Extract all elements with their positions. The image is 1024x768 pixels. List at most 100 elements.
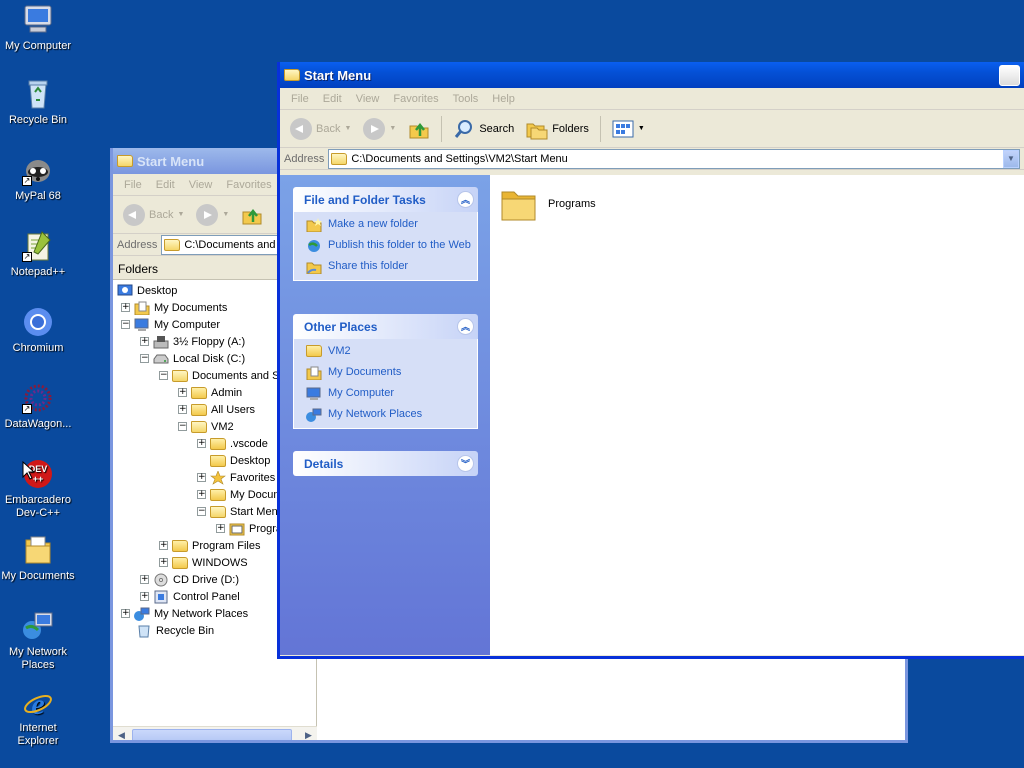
- forward-button[interactable]: ▼: [359, 116, 400, 142]
- expand-toggle[interactable]: +: [140, 337, 149, 346]
- collapse-icon[interactable]: ︽: [457, 191, 474, 208]
- tree-item-control-panel[interactable]: + Control Panel: [140, 588, 240, 605]
- expand-toggle[interactable]: +: [140, 592, 149, 601]
- expand-icon[interactable]: ︾: [457, 455, 474, 472]
- tree-item-my-network-places[interactable]: + My Network Places: [121, 605, 248, 622]
- search-button[interactable]: Search: [449, 116, 518, 142]
- horizontal-scrollbar[interactable]: ◀ ▶: [113, 726, 317, 741]
- expand-toggle[interactable]: −: [159, 371, 168, 380]
- my-computer-icon: [134, 318, 150, 332]
- address-input[interactable]: C:\Documents and Settings\VM2\Start Menu…: [328, 148, 1020, 169]
- folder-icon: [172, 369, 188, 382]
- tree-item-desktop[interactable]: Desktop: [117, 282, 177, 299]
- tree-item-windows[interactable]: + WINDOWS: [159, 554, 248, 571]
- panel-title: File and Folder Tasks: [304, 192, 426, 207]
- task-pane: File and Folder Tasks ︽ Make a new folde…: [280, 175, 490, 655]
- expand-toggle[interactable]: −: [121, 320, 130, 329]
- tree-item-all-users[interactable]: + All Users: [178, 401, 255, 418]
- menu-tools[interactable]: Tools: [446, 93, 486, 105]
- up-button[interactable]: [404, 116, 434, 142]
- scroll-left-icon[interactable]: ◀: [113, 727, 130, 741]
- address-dropdown-icon[interactable]: ▼: [1003, 149, 1019, 168]
- share-folder-link[interactable]: Share this folder: [306, 260, 477, 275]
- desktop-icon-mypal[interactable]: ↗ MyPal 68: [0, 154, 76, 203]
- expand-toggle[interactable]: −: [140, 354, 149, 363]
- expand-toggle[interactable]: +: [197, 490, 206, 499]
- expand-toggle[interactable]: +: [121, 609, 130, 618]
- menu-edit[interactable]: Edit: [316, 93, 349, 105]
- tree-item-my-documents[interactable]: + My Documents: [121, 299, 227, 316]
- tree-item-programs[interactable]: + Progra: [216, 520, 282, 537]
- views-button[interactable]: ▼: [608, 118, 649, 140]
- other-place-my-documents-link[interactable]: My Documents: [306, 366, 477, 381]
- desktop-icon-chromium[interactable]: Chromium: [0, 306, 76, 355]
- expand-toggle[interactable]: +: [159, 541, 168, 550]
- expand-toggle[interactable]: +: [178, 405, 187, 414]
- expand-toggle[interactable]: +: [216, 524, 225, 533]
- tree-item-local-disk[interactable]: − Local Disk (C:): [140, 350, 245, 367]
- expand-toggle[interactable]: +: [159, 558, 168, 567]
- expand-toggle[interactable]: −: [197, 507, 206, 516]
- folders-button[interactable]: Folders: [522, 116, 593, 142]
- other-places-header[interactable]: Other Places ︽: [293, 314, 478, 339]
- tree-item-floppy[interactable]: + 3½ Floppy (A:): [140, 333, 245, 350]
- scroll-right-icon[interactable]: ▶: [300, 727, 317, 741]
- up-button[interactable]: [237, 202, 267, 228]
- menu-view[interactable]: View: [182, 179, 220, 191]
- other-place-vm2-link[interactable]: VM2: [306, 345, 477, 359]
- tree-item-start-menu[interactable]: − Start Menu: [197, 503, 284, 520]
- desktop-icon-datawagon[interactable]: ↗ DataWagon...: [0, 382, 76, 431]
- tree-item-my-computer[interactable]: − My Computer: [121, 316, 220, 333]
- scroll-thumb[interactable]: [132, 728, 292, 740]
- tree-item-program-files[interactable]: + Program Files: [159, 537, 260, 554]
- other-places-panel: Other Places ︽ VM2 My Documents My Compu…: [293, 314, 478, 429]
- other-place-my-computer-link[interactable]: My Computer: [306, 387, 477, 401]
- menu-file[interactable]: File: [117, 179, 149, 191]
- tree-item-vm2-desktop[interactable]: Desktop: [210, 452, 270, 469]
- menu-favorites[interactable]: Favorites: [386, 93, 445, 105]
- menu-help[interactable]: Help: [485, 93, 522, 105]
- forward-button[interactable]: ▼: [192, 202, 233, 228]
- tree-item-admin[interactable]: + Admin: [178, 384, 242, 401]
- tree-item-vm2-my-documents[interactable]: + My Docum: [197, 486, 283, 503]
- tree-label: Start Menu: [230, 505, 284, 518]
- back-button[interactable]: Back ▼: [119, 202, 188, 228]
- desktop-icon-my-computer[interactable]: My Computer: [0, 4, 76, 53]
- tree-item-vm2[interactable]: − VM2: [178, 418, 234, 435]
- desktop-icon-my-documents[interactable]: My Documents: [0, 534, 76, 583]
- expand-toggle[interactable]: +: [178, 388, 187, 397]
- file-item-programs[interactable]: Programs: [500, 185, 596, 223]
- explorer-window-front[interactable]: Start Menu File Edit View Favorites Tool…: [277, 62, 1024, 659]
- tree-item-documents-and-settings[interactable]: − Documents and Se: [159, 367, 286, 384]
- expand-toggle[interactable]: +: [197, 439, 206, 448]
- desktop-icon-recycle-bin[interactable]: Recycle Bin: [0, 78, 76, 127]
- expand-toggle[interactable]: +: [140, 575, 149, 584]
- dropdown-arrow-icon: ▼: [637, 125, 645, 132]
- other-place-network-places-link[interactable]: My Network Places: [306, 408, 477, 422]
- minimize-button[interactable]: [999, 64, 1020, 86]
- tree-item-cd-drive[interactable]: + CD Drive (D:): [140, 571, 239, 588]
- menu-favorites[interactable]: Favorites: [219, 179, 278, 191]
- make-new-folder-link[interactable]: Make a new folder: [306, 218, 477, 233]
- expand-toggle[interactable]: +: [197, 473, 206, 482]
- menu-edit[interactable]: Edit: [149, 179, 182, 191]
- details-header[interactable]: Details ︾: [293, 451, 478, 476]
- expand-toggle[interactable]: −: [178, 422, 187, 431]
- tree-item-favorites[interactable]: + Favorites: [197, 469, 275, 486]
- back-button[interactable]: Back ▼: [286, 116, 355, 142]
- desktop-icon-notepadpp[interactable]: ↗ Notepad++: [0, 230, 76, 279]
- desktop-icon-devcpp[interactable]: DEV ++ Embarcadero Dev-C++: [0, 458, 76, 520]
- title-bar[interactable]: Start Menu: [280, 62, 1024, 88]
- tree-item-vscode[interactable]: + .vscode: [197, 435, 268, 452]
- tree-item-recycle-bin[interactable]: Recycle Bin: [136, 622, 214, 639]
- menu-file[interactable]: File: [284, 93, 316, 105]
- desktop-icon-network-places[interactable]: My Network Places: [0, 610, 76, 672]
- expand-toggle[interactable]: +: [121, 303, 130, 312]
- menu-view[interactable]: View: [349, 93, 387, 105]
- collapse-icon[interactable]: ︽: [457, 318, 474, 335]
- publish-to-web-link[interactable]: Publish this folder to the Web: [306, 239, 477, 253]
- tree-label: Recycle Bin: [156, 624, 215, 637]
- desktop-icon-internet-explorer[interactable]: e Internet Explorer: [0, 686, 76, 748]
- desktop-icon-label: Chromium: [12, 342, 64, 354]
- file-folder-tasks-header[interactable]: File and Folder Tasks ︽: [293, 187, 478, 212]
